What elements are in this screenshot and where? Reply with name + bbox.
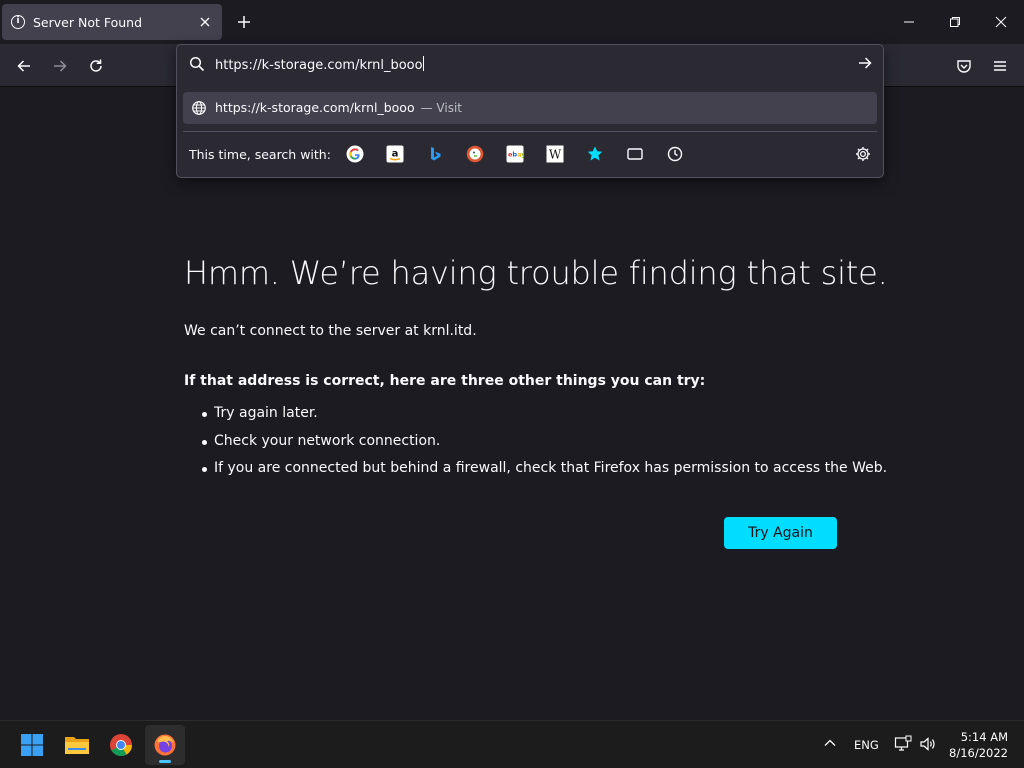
minimize-button[interactable] — [897, 10, 921, 34]
svg-text:W: W — [549, 148, 562, 162]
svg-text:a: a — [392, 149, 399, 160]
google-icon[interactable] — [346, 145, 364, 163]
close-tab-icon[interactable] — [196, 13, 214, 31]
info-icon: i — [11, 15, 25, 29]
url-bar[interactable]: https://k-storage.com/krnl_booo — [177, 45, 883, 85]
start-button[interactable] — [12, 725, 52, 765]
clock[interactable]: 5:14 AM 8/16/2022 — [944, 729, 1008, 761]
chevron-up-icon[interactable] — [822, 735, 838, 751]
try-again-button[interactable]: Try Again — [724, 517, 837, 549]
firefox-icon[interactable] — [145, 725, 185, 765]
ebay-icon[interactable]: ebay — [506, 145, 524, 163]
tab-server-not-found[interactable]: i Server Not Found — [2, 4, 222, 40]
error-suggestions-heading: If that address is correct, here are thr… — [184, 373, 706, 389]
search-icon — [189, 56, 205, 76]
divider — [183, 131, 877, 132]
history-icon[interactable] — [666, 145, 684, 163]
tab-strip: i Server Not Found — [0, 0, 1024, 44]
globe-icon — [191, 100, 207, 120]
list-item: Try again later. — [200, 405, 887, 433]
bookmarks-icon[interactable] — [586, 145, 604, 163]
error-title: Hmm. We’re having trouble finding that s… — [184, 254, 888, 292]
clock-date: 8/16/2022 — [949, 746, 1008, 760]
url-dropdown: https://k-storage.com/krnl_booo https://… — [176, 44, 884, 178]
amazon-icon[interactable]: a — [386, 145, 404, 163]
svg-text:ebay: ebay — [508, 151, 524, 159]
wikipedia-icon[interactable]: W — [546, 145, 564, 163]
list-item: Check your network connection. — [200, 433, 887, 461]
chrome-icon[interactable] — [101, 725, 141, 765]
clock-time: 5:14 AM — [960, 730, 1008, 744]
tab-title: Server Not Found — [33, 14, 143, 30]
back-button[interactable] — [12, 54, 36, 78]
menu-button[interactable] — [988, 54, 1012, 78]
tabs-icon[interactable] — [626, 145, 644, 163]
file-explorer-icon[interactable] — [57, 725, 97, 765]
network-icon[interactable] — [894, 735, 912, 753]
close-window-button[interactable] — [989, 10, 1013, 34]
url-suggestion-visit[interactable]: https://k-storage.com/krnl_booo — Visit — [183, 92, 877, 124]
taskbar: ENG 5:14 AM 8/16/2022 — [0, 720, 1024, 768]
language-indicator[interactable]: ENG — [854, 738, 879, 752]
pocket-icon[interactable] — [952, 54, 976, 78]
suggestion-action: — Visit — [420, 101, 462, 115]
restore-button[interactable] — [943, 10, 967, 34]
search-with-label: This time, search with: — [189, 147, 331, 162]
bing-icon[interactable] — [426, 145, 444, 163]
reload-button[interactable] — [84, 54, 108, 78]
error-suggestions-list: Try again later. Check your network conn… — [200, 405, 887, 488]
one-off-search-bar: This time, search with: a ebay W — [177, 137, 883, 171]
error-description: We can’t connect to the server at krnl.i… — [184, 323, 477, 339]
new-tab-button[interactable] — [234, 12, 254, 32]
duckduckgo-icon[interactable] — [466, 145, 484, 163]
gear-icon[interactable] — [854, 145, 872, 163]
list-item: If you are connected but behind a firewa… — [200, 460, 887, 488]
suggestion-url: https://k-storage.com/krnl_booo — [215, 100, 415, 115]
forward-button[interactable] — [48, 54, 72, 78]
volume-icon[interactable] — [919, 735, 937, 753]
go-arrow-icon[interactable] — [857, 55, 873, 75]
url-input[interactable]: https://k-storage.com/krnl_booo — [215, 56, 424, 73]
